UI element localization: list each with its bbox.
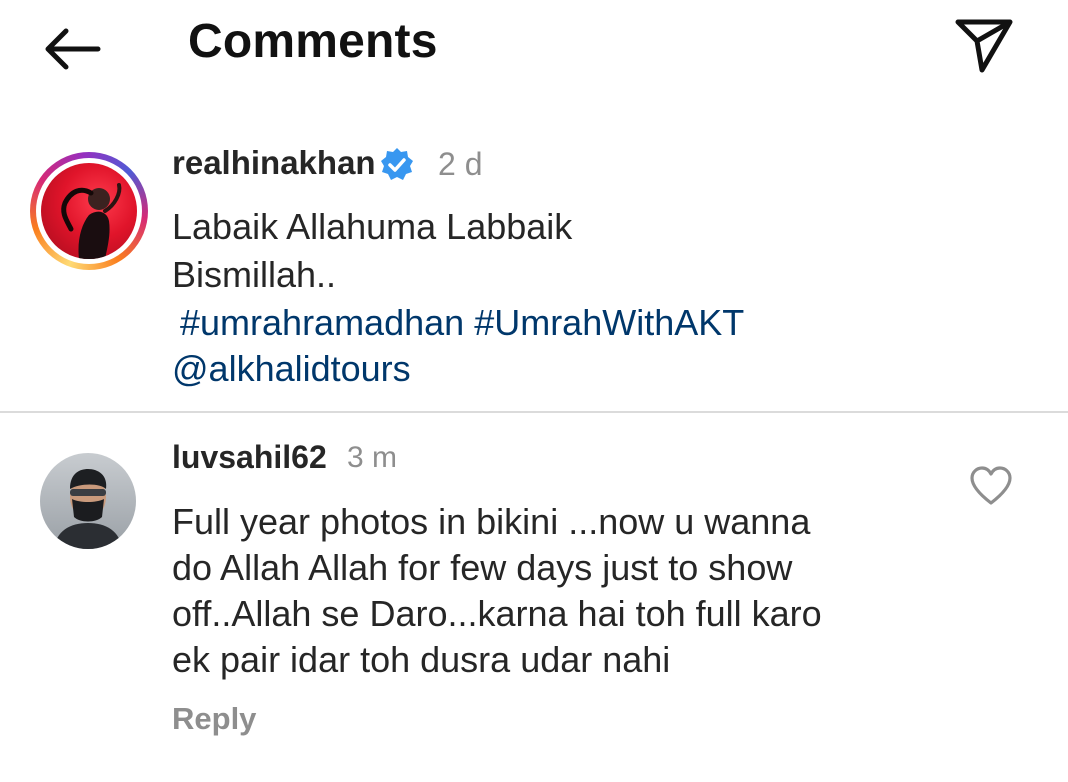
paper-plane-icon[interactable] bbox=[952, 16, 1016, 76]
caption-line: Labaik Allahuma Labbaik bbox=[172, 206, 573, 247]
post-caption: realhinakhan 2 d Labaik Allahuma Labbaik… bbox=[0, 130, 1068, 410]
avatar-person-icon bbox=[54, 469, 122, 549]
comment-item: luvsahil62 3 m Full year photos in bikin… bbox=[0, 413, 1068, 782]
header-bar: Comments bbox=[0, 0, 1068, 100]
comment-timestamp: 3 m bbox=[347, 441, 398, 474]
hashtag-link[interactable]: #UmrahWithAKT bbox=[474, 302, 744, 343]
comment-text-line: do Allah Allah for few days just to show bbox=[172, 547, 793, 588]
caption-timestamp: 2 d bbox=[438, 146, 483, 182]
avatar-story-ring[interactable] bbox=[30, 152, 148, 270]
comment-text-line: Full year photos in bikini ...now u wann… bbox=[172, 501, 811, 542]
reply-button[interactable]: Reply bbox=[172, 701, 256, 737]
verified-badge-icon bbox=[381, 148, 413, 180]
comment-username[interactable]: luvsahil62 bbox=[172, 439, 327, 476]
commenter-avatar[interactable] bbox=[40, 453, 136, 549]
comment-text-line: ek pair idar toh dusra udar nahi bbox=[172, 639, 671, 680]
comment-text-line: off..Allah se Daro...karna hai toh full … bbox=[172, 593, 822, 634]
caption-mention-line: @alkhalidtours bbox=[172, 348, 411, 390]
caption-username[interactable]: realhinakhan bbox=[172, 144, 376, 182]
caption-hashtags: #umrahramadhan #UmrahWithAKT bbox=[180, 302, 744, 344]
page-title: Comments bbox=[188, 15, 438, 68]
heart-outline-icon[interactable] bbox=[968, 463, 1014, 509]
avatar-figure-icon bbox=[61, 183, 122, 259]
avatar bbox=[41, 163, 137, 259]
caption-line: Bismillah.. bbox=[172, 254, 337, 295]
mention-link[interactable]: @alkhalidtours bbox=[172, 348, 411, 389]
hashtag-link[interactable]: #umrahramadhan bbox=[180, 302, 464, 343]
arrow-left-icon[interactable] bbox=[40, 26, 104, 72]
